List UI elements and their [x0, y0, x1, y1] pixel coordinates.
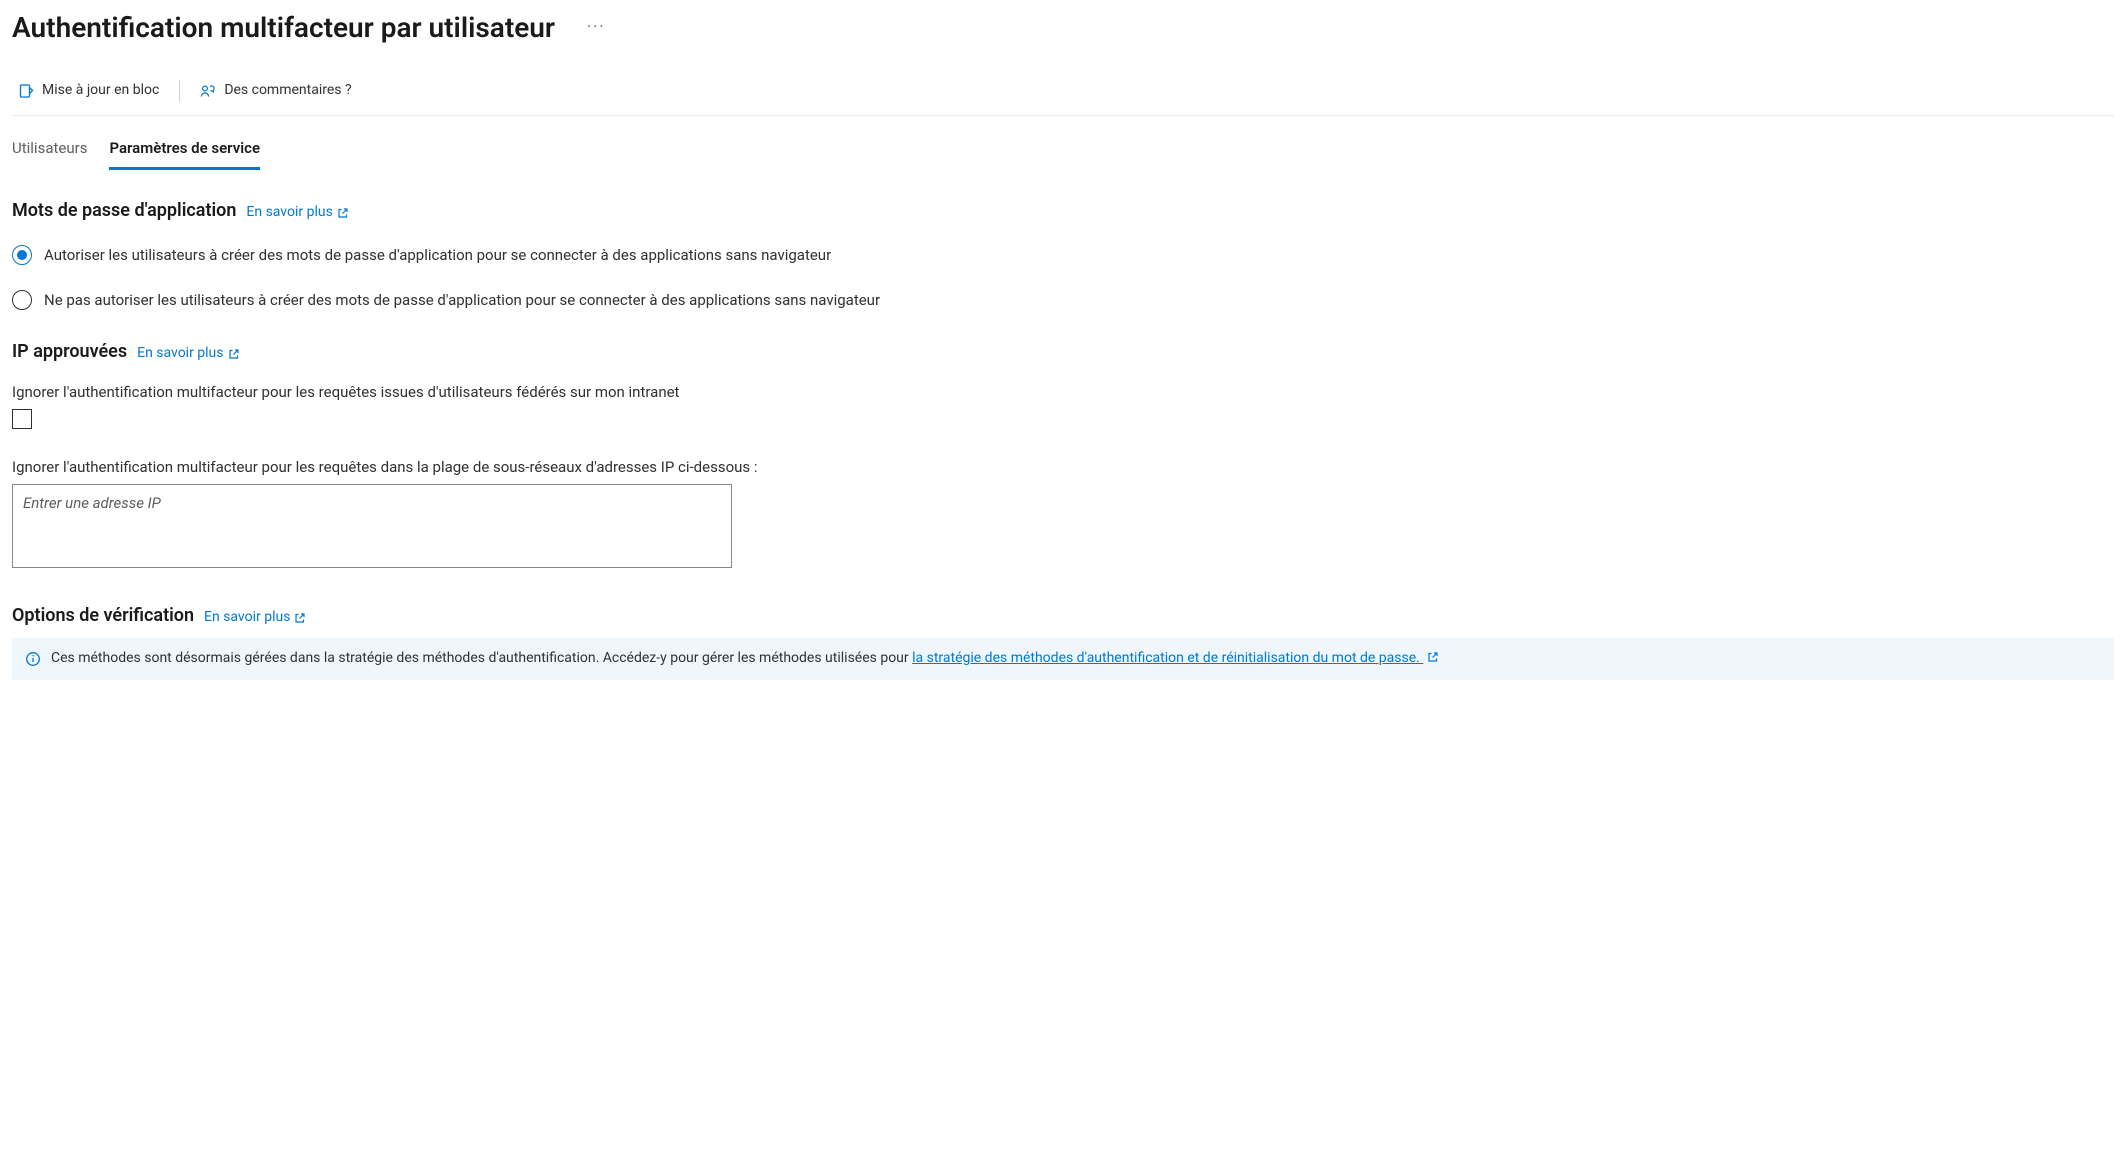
- trusted-ips-heading: IP approuvées: [12, 339, 127, 364]
- learn-more-label: En savoir plus: [246, 203, 332, 223]
- skip-federated-checkbox[interactable]: [12, 409, 32, 429]
- info-banner-prefix: Ces méthodes sont désormais gérées dans …: [51, 650, 912, 666]
- section-verification-options: Options de vérification En savoir plus: [12, 603, 2114, 680]
- app-passwords-learn-more-link[interactable]: En savoir plus: [246, 203, 348, 223]
- info-banner: Ces méthodes sont désormais gérées dans …: [12, 638, 2114, 680]
- tab-users[interactable]: Utilisateurs: [12, 128, 87, 170]
- upload-icon: [18, 83, 34, 99]
- radio-item-allow[interactable]: Autoriser les utilisateurs à créer des m…: [12, 245, 2114, 266]
- page-title: Authentification multifacteur par utilis…: [12, 8, 555, 47]
- subnet-range-label: Ignorer l'authentification multifacteur …: [12, 457, 2114, 478]
- tab-service-settings[interactable]: Paramètres de service: [109, 128, 260, 170]
- section-trusted-ips: IP approuvées En savoir plus Ignorer l'a…: [12, 339, 2114, 575]
- tab-strip: Utilisateurs Paramètres de service: [12, 128, 2114, 170]
- section-app-passwords: Mots de passe d'application En savoir pl…: [12, 198, 2114, 311]
- verification-options-learn-more-link[interactable]: En savoir plus: [204, 608, 306, 628]
- learn-more-label: En savoir plus: [204, 608, 290, 628]
- bulk-update-button[interactable]: Mise à jour en bloc: [12, 77, 165, 105]
- bulk-update-label: Mise à jour en bloc: [42, 81, 159, 101]
- external-link-icon: [294, 612, 306, 624]
- info-icon: [25, 651, 41, 667]
- skip-federated-label: Ignorer l'authentification multifacteur …: [12, 382, 2114, 403]
- ip-subnet-input[interactable]: [12, 484, 732, 568]
- info-banner-text: Ces méthodes sont désormais gérées dans …: [51, 649, 1439, 669]
- feedback-label: Des commentaires ?: [224, 81, 351, 101]
- feedback-button[interactable]: Des commentaires ?: [194, 77, 357, 105]
- verification-options-heading: Options de vérification: [12, 603, 194, 628]
- learn-more-label: En savoir plus: [137, 344, 223, 364]
- radio-disallow-app-passwords[interactable]: [12, 290, 32, 310]
- radio-allow-app-passwords[interactable]: [12, 245, 32, 265]
- app-passwords-heading: Mots de passe d'application: [12, 198, 236, 223]
- toolbar-separator: [179, 80, 180, 102]
- app-passwords-radio-group: Autoriser les utilisateurs à créer des m…: [12, 245, 2114, 311]
- radio-item-disallow[interactable]: Ne pas autoriser les utilisateurs à crée…: [12, 290, 2114, 311]
- external-link-icon: [337, 207, 349, 219]
- more-actions-button[interactable]: ···: [587, 16, 606, 38]
- radio-disallow-label: Ne pas autoriser les utilisateurs à crée…: [44, 290, 880, 311]
- external-link-icon: [1427, 651, 1439, 663]
- auth-methods-policy-link[interactable]: la stratégie des méthodes d'authentifica…: [912, 650, 1423, 666]
- external-link-icon: [228, 348, 240, 360]
- radio-allow-label: Autoriser les utilisateurs à créer des m…: [44, 245, 831, 266]
- person-feedback-icon: [200, 83, 216, 99]
- auth-methods-policy-link-label: la stratégie des méthodes d'authentifica…: [912, 650, 1420, 666]
- command-bar: Mise à jour en bloc Des commentaires ?: [12, 67, 2114, 116]
- trusted-ips-learn-more-link[interactable]: En savoir plus: [137, 344, 239, 364]
